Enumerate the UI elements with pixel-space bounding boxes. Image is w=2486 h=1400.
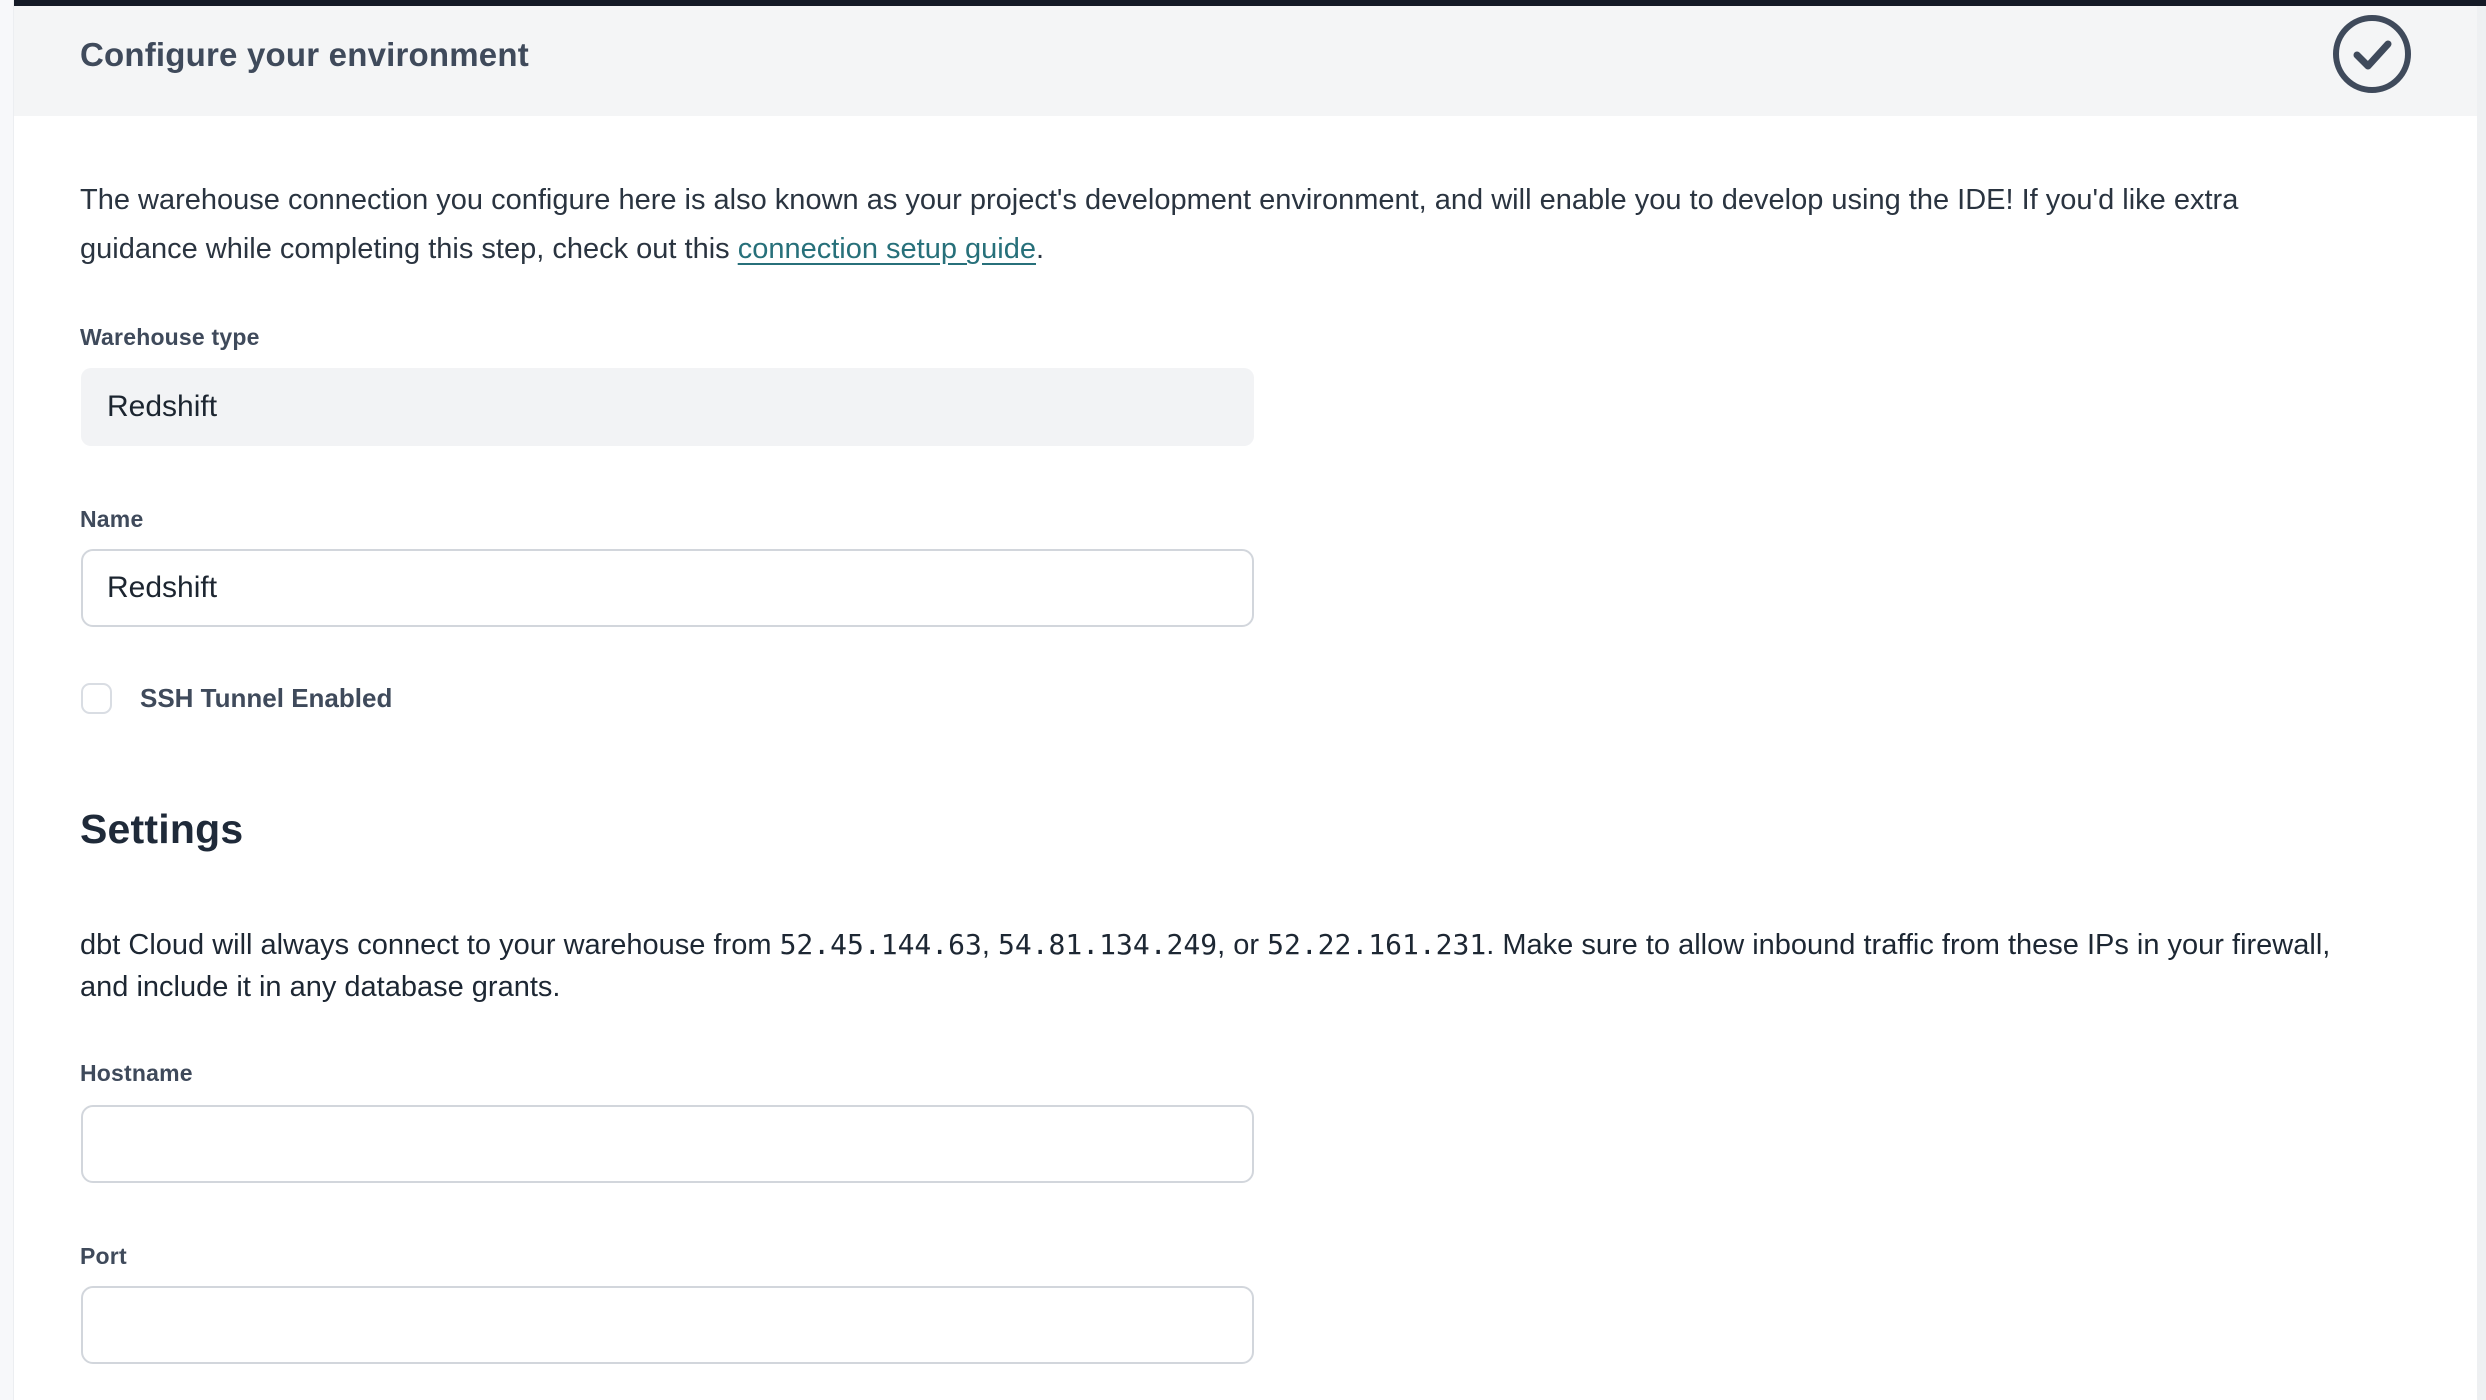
- intro-text-after-link: .: [1036, 233, 1044, 265]
- warehouse-type-field: Redshift: [81, 368, 1254, 446]
- ip-address-1: 52.45.144.63: [780, 928, 982, 961]
- intro-text-before-link: The warehouse connection you configure h…: [80, 184, 2238, 265]
- card-body: The warehouse connection you configure h…: [14, 116, 2477, 1400]
- note-text-1: dbt Cloud will always connect to your wa…: [80, 929, 780, 961]
- warehouse-type-value: Redshift: [107, 390, 217, 424]
- scrollbar-track[interactable]: [2477, 6, 2486, 1400]
- page-left-margin: [0, 0, 14, 1400]
- configure-environment-page: Configure your environment The warehouse…: [0, 0, 2486, 1400]
- intro-paragraph: The warehouse connection you configure h…: [80, 176, 2350, 274]
- card-header: Configure your environment: [14, 6, 2477, 116]
- settings-heading: Settings: [80, 806, 243, 853]
- name-label: Name: [80, 506, 143, 533]
- hostname-label: Hostname: [80, 1060, 193, 1087]
- ssh-tunnel-label: SSH Tunnel Enabled: [140, 683, 392, 714]
- ssh-tunnel-checkbox[interactable]: [81, 683, 112, 714]
- hostname-input[interactable]: [81, 1105, 1254, 1183]
- check-circle-icon: [2332, 14, 2412, 94]
- ssh-tunnel-row: SSH Tunnel Enabled: [81, 683, 392, 714]
- warehouse-type-label: Warehouse type: [80, 324, 260, 351]
- port-label: Port: [80, 1243, 127, 1270]
- ip-address-2: 54.81.134.249: [998, 928, 1217, 961]
- settings-note: dbt Cloud will always connect to your wa…: [80, 924, 2380, 1008]
- note-sep-2: , or: [1217, 929, 1267, 961]
- note-sep-1: ,: [982, 929, 998, 961]
- name-input[interactable]: [81, 549, 1254, 627]
- connection-setup-guide-link[interactable]: connection setup guide: [738, 233, 1036, 265]
- page-title: Configure your environment: [80, 36, 529, 74]
- ip-address-3: 52.22.161.231: [1267, 928, 1486, 961]
- port-input[interactable]: [81, 1286, 1254, 1364]
